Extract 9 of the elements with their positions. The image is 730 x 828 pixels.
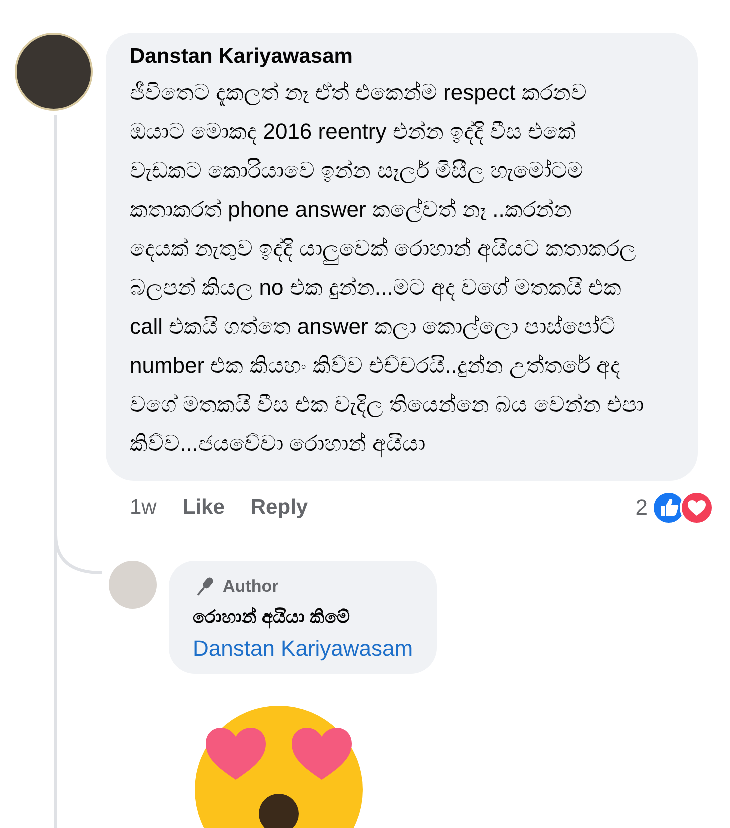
action-link[interactable]: Like <box>182 496 225 520</box>
action-link[interactable]: Reply <box>250 496 308 520</box>
comment-text: ජීවිතෙට දැකලත් නෑ ඒත් එකෙන්ම respect කරනව ඔයාට මොකද 2016 reentry එන්න ඉද්දි වීස එකේ වැඩකට කොරියාවෙ ඉන්න සෑර්ල මිසීල හැමෝටම කතාකරත් phone answer කලේවත් නෑ ..කරන්න දෙයක් නැතුව ඉද්දි යාලුවෙක් රොහාන් අයියට කතාකරල බලපන් කියල no එක දුන්න...මට අද වගේ මතකයි එක call එකයි ගත්තෙ answer කලා කොල්ලො පාස්පෝට් number එක කියහං කිව්ව එච්චරයි..දුන්න උත්තරේ අද වගේ මතකයි වීස එක වැදිල තියෙන්නෙ බය වෙන්න එපා කිව්ව...ජයවේවා රොහාන් අයියා <box>130 79 645 460</box>
author-label: Author <box>223 577 279 597</box>
timestamp[interactable]: 1w <box>130 496 157 520</box>
reaction-count[interactable]: 2 <box>636 495 648 521</box>
mention-link[interactable]: Danstan Kariyawasam <box>193 636 414 662</box>
reply-text: රොහාන් අයියා කිමේ <box>193 607 352 628</box>
author-name[interactable]: Danstan Kariyawasam <box>130 45 676 69</box>
